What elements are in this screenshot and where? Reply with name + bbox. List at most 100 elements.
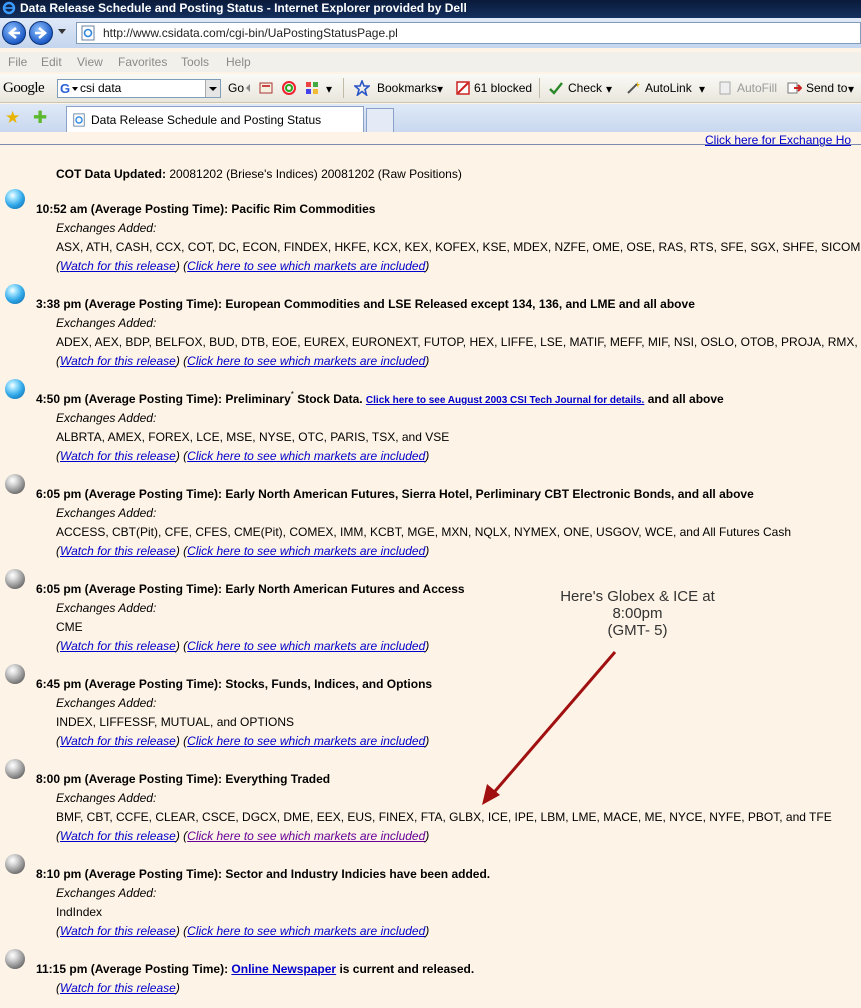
go-button[interactable]: Go <box>228 81 244 95</box>
release-status-ball-icon <box>5 379 25 399</box>
back-button[interactable] <box>2 21 26 45</box>
exchanges-added-label: Exchanges Added: <box>56 886 157 900</box>
menu-favorites[interactable]: Favorites <box>118 55 167 69</box>
exchanges-added-label: Exchanges Added: <box>56 506 157 520</box>
watch-release-link[interactable]: Watch for this release <box>60 449 176 463</box>
google-search-input[interactable] <box>80 81 204 95</box>
markets-included-link[interactable]: Click here to see which markets are incl… <box>187 639 425 653</box>
release-links: (Watch for this release) (Click here to … <box>56 259 430 273</box>
exchanges-added-label: Exchanges Added: <box>56 221 157 235</box>
google-logo[interactable]: Google <box>3 80 45 97</box>
annotation-line: (GMT- 5) <box>607 622 668 639</box>
release-exchanges: BMF, CBT, CCFE, CLEAR, CSCE, DGCX, DME, … <box>56 810 832 824</box>
autofill-icon[interactable] <box>717 80 733 96</box>
address-url[interactable]: http://www.csidata.com/cgi-bin/UaPosting… <box>103 26 398 40</box>
watch-release-link[interactable]: Watch for this release <box>60 639 176 653</box>
online-newspaper-link[interactable]: Online Newspaper <box>231 962 336 976</box>
check-dropdown-icon[interactable]: ▾ <box>606 82 612 96</box>
new-tab-button[interactable] <box>366 108 394 132</box>
spellcheck-icon[interactable] <box>548 80 564 96</box>
release-title: 6:05 pm (Average Posting Time): Early No… <box>36 487 754 501</box>
release-status-ball-icon <box>5 949 25 969</box>
release-exchanges: IndIndex <box>56 905 103 919</box>
watch-release-link[interactable]: Watch for this release <box>60 829 176 843</box>
address-bar[interactable]: http://www.csidata.com/cgi-bin/UaPosting… <box>76 22 861 44</box>
annotation-line: 8:00pm <box>612 605 663 622</box>
tech-journal-link[interactable]: Click here to see August 2003 CSI Tech J… <box>366 395 644 406</box>
window-title-bar: Data Release Schedule and Posting Status… <box>0 0 861 18</box>
forward-button[interactable] <box>29 21 53 45</box>
news-icon[interactable] <box>258 80 274 96</box>
markets-included-link[interactable]: Click here to see which markets are incl… <box>187 924 425 938</box>
watch-release-link[interactable]: Watch for this release <box>60 259 176 273</box>
bookmarks-button[interactable]: Bookmarks <box>377 81 437 95</box>
release-title-text: 4:50 pm (Average Posting Time): Prelimin… <box>36 392 291 406</box>
history-dropdown-icon[interactable] <box>58 29 66 34</box>
watch-release-link[interactable]: Watch for this release <box>60 544 176 558</box>
markets-included-link[interactable]: Click here to see which markets are incl… <box>187 734 425 748</box>
spellcheck-button[interactable]: Check <box>568 81 602 95</box>
send-to-button[interactable]: Send to <box>806 81 847 95</box>
watch-release-link[interactable]: Watch for this release <box>60 354 176 368</box>
favorites-star-icon[interactable]: ★ <box>5 109 20 126</box>
tab-current[interactable]: Data Release Schedule and Posting Status <box>66 106 364 132</box>
menu-edit[interactable]: Edit <box>41 55 62 69</box>
back-arrow-icon <box>7 27 20 39</box>
markets-included-link[interactable]: Click here to see which markets are incl… <box>187 449 425 463</box>
markets-included-link[interactable]: Click here to see which markets are incl… <box>187 354 425 368</box>
menu-tools[interactable]: Tools <box>181 55 209 69</box>
release-links: (Watch for this release) (Click here to … <box>56 924 430 938</box>
release-title: 3:38 pm (Average Posting Time): European… <box>36 297 695 311</box>
release-title: 6:05 pm (Average Posting Time): Early No… <box>36 582 465 596</box>
popup-blocked-count[interactable]: 61 blocked <box>474 81 532 95</box>
markets-included-link[interactable]: Click here to see which markets are incl… <box>187 259 425 273</box>
search-type-dropdown-icon[interactable] <box>72 87 78 91</box>
release-title: 6:45 pm (Average Posting Time): Stocks, … <box>36 677 433 691</box>
autofill-button[interactable]: AutoFill <box>737 81 777 95</box>
send-to-dropdown-icon[interactable]: ▾ <box>848 82 854 96</box>
release-title: 10:52 am (Average Posting Time): Pacific… <box>36 202 376 216</box>
release-status-ball-icon <box>5 759 25 779</box>
options-dropdown-icon[interactable]: ▾ <box>326 82 332 96</box>
ie-logo-icon <box>2 1 16 15</box>
google-search-box[interactable]: G <box>57 79 221 98</box>
bookmarks-dropdown-icon[interactable]: ▾ <box>437 82 443 96</box>
release-status-ball-icon <box>5 569 25 589</box>
release-status-ball-icon <box>5 284 25 304</box>
release-exchanges: CME <box>56 620 83 634</box>
autolink-button[interactable]: AutoLink <box>645 81 692 95</box>
markets-included-link[interactable]: Click here to see which markets are incl… <box>187 544 425 558</box>
release-links: (Watch for this release) <box>56 981 180 995</box>
annotation-line: Here's Globex & ICE at <box>560 588 715 605</box>
popup-blocker-icon[interactable] <box>455 80 471 96</box>
options-icon[interactable] <box>304 80 320 96</box>
release-status-ball-icon <box>5 474 25 494</box>
autolink-dropdown-icon[interactable]: ▾ <box>699 82 705 96</box>
exchanges-added-label: Exchanges Added: <box>56 601 157 615</box>
add-favorite-icon[interactable]: ✚ <box>33 109 47 126</box>
menu-file[interactable]: File <box>8 55 27 69</box>
release-exchanges: ASX, ATH, CASH, CCX, COT, DC, ECON, FIND… <box>56 240 861 254</box>
google-toolbar: Google G Go ▾ Bookmarks ▾ 61 blocked Che… <box>0 74 861 103</box>
watch-release-link[interactable]: Watch for this release <box>60 734 176 748</box>
cot-status: COT Data Updated: 20081202 (Briese's Ind… <box>56 167 462 181</box>
autolink-wand-icon[interactable] <box>625 80 641 96</box>
watch-release-link[interactable]: Watch for this release <box>60 981 176 995</box>
release-links: (Watch for this release) (Click here to … <box>56 829 430 843</box>
release-title-text: Stock Data. <box>297 392 363 406</box>
pagerank-icon[interactable] <box>281 80 297 96</box>
toolbar-separator <box>539 78 540 98</box>
release-title-text: is current and released. <box>339 962 475 976</box>
bookmarks-star-icon[interactable] <box>354 80 370 96</box>
release-title: 4:50 pm (Average Posting Time): Prelimin… <box>36 390 724 406</box>
send-to-icon[interactable] <box>786 80 802 96</box>
menu-view[interactable]: View <box>77 55 103 69</box>
search-history-dropdown[interactable] <box>205 80 220 97</box>
markets-included-link[interactable]: Click here to see which markets are incl… <box>187 829 425 843</box>
window-title: Data Release Schedule and Posting Status… <box>20 1 467 15</box>
watch-release-link[interactable]: Watch for this release <box>60 924 176 938</box>
menu-help[interactable]: Help <box>226 55 251 69</box>
google-g-icon[interactable]: G <box>60 81 70 96</box>
exchanges-added-label: Exchanges Added: <box>56 696 157 710</box>
navigation-bar: http://www.csidata.com/cgi-bin/UaPosting… <box>0 18 861 48</box>
